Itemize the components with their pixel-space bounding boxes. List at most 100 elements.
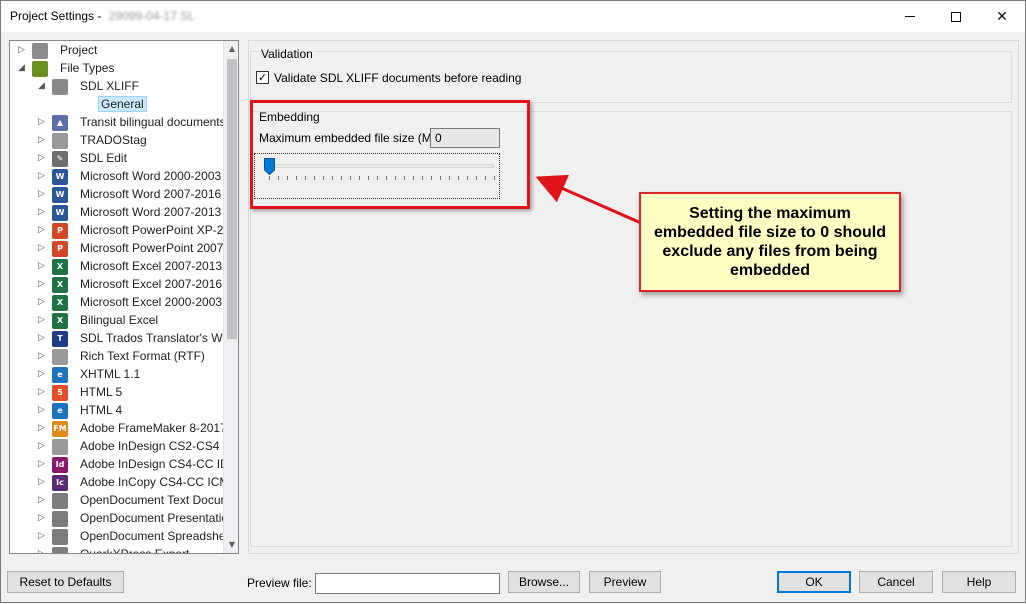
- help-button[interactable]: Help: [942, 571, 1016, 593]
- tree-item[interactable]: ▷ ✎ SDL Edit: [10, 150, 223, 168]
- expand-arrow-icon[interactable]: ▷: [38, 116, 48, 128]
- tree-item[interactable]: ▷ P Microsoft PowerPoint XP-200: [10, 222, 223, 240]
- tree-item[interactable]: ▷ Id Adobe InDesign CS4-CC ID: [10, 456, 223, 474]
- tree-item[interactable]: ▷ QuarkXPress Export: [10, 546, 223, 553]
- tree-item[interactable]: ▷ X Microsoft Excel 2007-2013: [10, 258, 223, 276]
- tree-item[interactable]: ▷ X Microsoft Excel 2000-2003: [10, 294, 223, 312]
- ok-button[interactable]: OK: [777, 571, 851, 593]
- tree-item-label[interactable]: OpenDocument Text Docum: [80, 493, 223, 507]
- expand-arrow-icon[interactable]: ▷: [38, 422, 48, 434]
- reset-to-defaults-button[interactable]: Reset to Defaults: [7, 571, 124, 593]
- expand-arrow-icon[interactable]: ▷: [38, 386, 48, 398]
- expand-arrow-icon[interactable]: ▷: [38, 242, 48, 254]
- tree-item[interactable]: ▷ TRADOStag: [10, 132, 223, 150]
- expand-arrow-icon[interactable]: ▷: [38, 458, 48, 470]
- tree-item[interactable]: ▷ e XHTML 1.1: [10, 366, 223, 384]
- tree-item[interactable]: ▷ OpenDocument Spreadsheet: [10, 528, 223, 546]
- tree-item-label[interactable]: QuarkXPress Export: [80, 547, 189, 553]
- tree-item-label[interactable]: HTML 4: [80, 403, 122, 417]
- expand-arrow-icon[interactable]: ▷: [38, 512, 48, 524]
- tree-item[interactable]: ▷ e HTML 4: [10, 402, 223, 420]
- expand-arrow-icon[interactable]: ▷: [38, 404, 48, 416]
- tree-item[interactable]: ▷ P Microsoft PowerPoint 2007-2: [10, 240, 223, 258]
- expand-arrow-icon[interactable]: ▷: [38, 152, 48, 164]
- tree-item[interactable]: ▷ ▲ Transit bilingual documents: [10, 114, 223, 132]
- tree-item-label[interactable]: Adobe InDesign CS4-CC ID: [80, 457, 223, 471]
- validate-xliff-checkbox[interactable]: ✓: [256, 71, 269, 84]
- collapse-arrow-icon[interactable]: ◢: [18, 62, 28, 74]
- tree-item-label[interactable]: Project: [60, 43, 97, 57]
- tree-item[interactable]: ▷ FM Adobe FrameMaker 8-2017: [10, 420, 223, 438]
- tree-item[interactable]: ▷ 5 HTML 5: [10, 384, 223, 402]
- scroll-down-icon[interactable]: ▼: [224, 537, 238, 553]
- tree-item[interactable]: ◢ File Types: [10, 60, 223, 78]
- expand-arrow-icon[interactable]: ▷: [18, 44, 28, 56]
- tree-item[interactable]: ▷ W Microsoft Word 2000-2003: [10, 168, 223, 186]
- tree-item[interactable]: ▷ OpenDocument Presentation: [10, 510, 223, 528]
- tree-item-label[interactable]: Microsoft Excel 2000-2003: [80, 295, 222, 309]
- preview-button[interactable]: Preview: [589, 571, 661, 593]
- collapse-arrow-icon[interactable]: ◢: [38, 80, 48, 92]
- tree-item-label[interactable]: OpenDocument Spreadsheet: [80, 529, 223, 543]
- tree-item[interactable]: ▷ Project: [10, 42, 223, 60]
- tree-scrollbar[interactable]: ▲ ▼: [223, 41, 238, 553]
- expand-arrow-icon[interactable]: ▷: [38, 188, 48, 200]
- tree-item[interactable]: ▷ X Bilingual Excel: [10, 312, 223, 330]
- expand-arrow-icon[interactable]: ▷: [38, 134, 48, 146]
- expand-arrow-icon[interactable]: ▷: [38, 548, 48, 553]
- tree-item-label[interactable]: Microsoft Excel 2007-2016: [80, 277, 222, 291]
- tree-item[interactable]: ▷ Ic Adobe InCopy CS4-CC ICML: [10, 474, 223, 492]
- expand-arrow-icon[interactable]: ▷: [38, 476, 48, 488]
- tree-item-label[interactable]: TRADOStag: [80, 133, 147, 147]
- tree-item-label[interactable]: Rich Text Format (RTF): [80, 349, 205, 363]
- tree-item-label[interactable]: HTML 5: [80, 385, 122, 399]
- tree-item-label[interactable]: Microsoft Excel 2007-2013: [80, 259, 222, 273]
- expand-arrow-icon[interactable]: ▷: [38, 278, 48, 290]
- tree-item-label[interactable]: Microsoft PowerPoint 2007-2: [80, 241, 223, 255]
- tree-item-label[interactable]: SDL Trados Translator's Wor: [80, 331, 223, 345]
- expand-arrow-icon[interactable]: ▷: [38, 170, 48, 182]
- tree-item[interactable]: ▷ T SDL Trados Translator's Wor: [10, 330, 223, 348]
- expand-arrow-icon[interactable]: ▷: [38, 224, 48, 236]
- tree-item-label[interactable]: SDL Edit: [80, 151, 127, 165]
- scroll-up-icon[interactable]: ▲: [224, 41, 238, 57]
- tree-item-label[interactable]: Bilingual Excel: [80, 313, 158, 327]
- expand-arrow-icon[interactable]: ▷: [38, 314, 48, 326]
- tree-item[interactable]: ▷ Adobe InDesign CS2-CS4 IN: [10, 438, 223, 456]
- tree-item[interactable]: ▷ W Microsoft Word 2007-2013: [10, 204, 223, 222]
- preview-file-input[interactable]: [315, 573, 500, 594]
- cancel-button[interactable]: Cancel: [859, 571, 933, 593]
- tree-item-label[interactable]: Adobe InDesign CS2-CS4 IN: [80, 439, 223, 453]
- browse-button[interactable]: Browse...: [508, 571, 580, 593]
- expand-arrow-icon[interactable]: ▷: [38, 494, 48, 506]
- tree-item[interactable]: ◢ SDL XLIFF: [10, 78, 223, 96]
- tree-item-label[interactable]: OpenDocument Presentation: [80, 511, 223, 525]
- tree-item[interactable]: ▷ W Microsoft Word 2007-2016: [10, 186, 223, 204]
- scroll-thumb[interactable]: [227, 59, 237, 339]
- tree-item[interactable]: ▷ Rich Text Format (RTF): [10, 348, 223, 366]
- tree-item[interactable]: ▷ X Microsoft Excel 2007-2016: [10, 276, 223, 294]
- expand-arrow-icon[interactable]: ▷: [38, 296, 48, 308]
- tree-item-label[interactable]: Microsoft Word 2000-2003: [80, 169, 221, 183]
- tree-item-label[interactable]: SDL XLIFF: [80, 79, 139, 93]
- expand-arrow-icon[interactable]: ▷: [38, 530, 48, 542]
- expand-arrow-icon[interactable]: ▷: [38, 368, 48, 380]
- expand-arrow-icon[interactable]: ▷: [38, 332, 48, 344]
- minimize-button[interactable]: [887, 1, 933, 32]
- tree-item-label[interactable]: XHTML 1.1: [80, 367, 140, 381]
- close-button[interactable]: ✕: [979, 1, 1025, 32]
- validate-xliff-label[interactable]: Validate SDL XLIFF documents before read…: [274, 71, 521, 85]
- expand-arrow-icon[interactable]: ▷: [38, 440, 48, 452]
- tree-item-label[interactable]: Adobe FrameMaker 8-2017: [80, 421, 223, 435]
- tree-item-label[interactable]: File Types: [60, 61, 114, 75]
- expand-arrow-icon[interactable]: ▷: [38, 350, 48, 362]
- expand-arrow-icon[interactable]: ▷: [38, 260, 48, 272]
- tree-item[interactable]: ▷ OpenDocument Text Docum: [10, 492, 223, 510]
- tree-item-label[interactable]: General: [98, 96, 147, 112]
- maximize-button[interactable]: [933, 1, 979, 32]
- tree-item-label[interactable]: Microsoft Word 2007-2016: [80, 187, 221, 201]
- tree-item-label[interactable]: Adobe InCopy CS4-CC ICML: [80, 475, 223, 489]
- expand-arrow-icon[interactable]: ▷: [38, 206, 48, 218]
- tree-item-label[interactable]: Microsoft PowerPoint XP-200: [80, 223, 223, 237]
- tree-item-label[interactable]: Transit bilingual documents: [80, 115, 223, 129]
